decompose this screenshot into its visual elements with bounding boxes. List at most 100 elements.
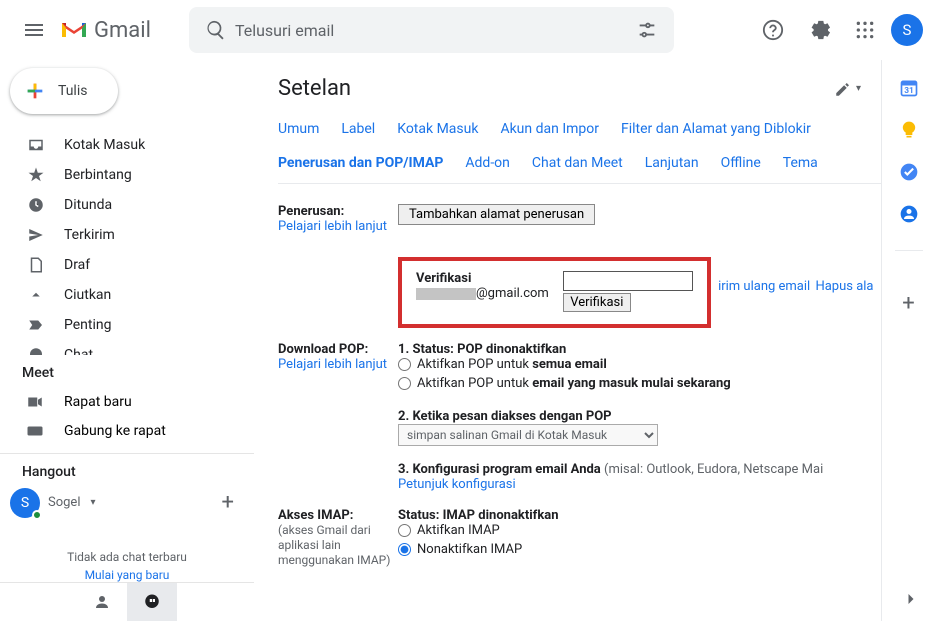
send-icon: [26, 226, 46, 244]
inbox-icon: [26, 136, 46, 154]
contacts-app-button[interactable]: [899, 204, 919, 224]
hangout-start-link[interactable]: Mulai yang baru: [0, 568, 254, 582]
forwarding-learn-link[interactable]: Pelajari lebih lanjut: [278, 219, 387, 234]
sidebar-item-chat[interactable]: Chat: [0, 340, 254, 356]
keep-app-button[interactable]: [899, 120, 919, 140]
compose-label: Tulis: [58, 83, 87, 99]
tab-umum[interactable]: Umum: [278, 121, 319, 137]
sidebar-item-label: Chat: [64, 347, 93, 356]
sidebar: Tulis Kotak Masuk Berbintang Ditunda Ter…: [0, 60, 254, 621]
pop-enable-all-radio[interactable]: Aktifkan POP untuk semua email: [398, 357, 881, 372]
imap-label: Akses IMAP:: [278, 508, 353, 523]
compose-button[interactable]: Tulis: [10, 68, 118, 114]
verification-highlight-box: Verifikasi @gmail.com Verifikasi: [398, 257, 711, 328]
verification-code-input[interactable]: [563, 271, 693, 291]
person-icon: [93, 593, 111, 611]
chat-icon: [26, 346, 46, 356]
pop-step2-label: 2. Ketika pesan diakses dengan POP: [398, 409, 881, 424]
bottom-hangouts-button[interactable]: [127, 583, 177, 621]
delete-address-link[interactable]: Hapus ala: [815, 279, 873, 294]
sidebar-item-starred[interactable]: Berbintang: [0, 160, 254, 190]
pop-learn-link[interactable]: Pelajari lebih lanjut: [278, 357, 387, 372]
label-important-icon: [26, 316, 46, 334]
meet-section-title: Meet: [0, 355, 254, 387]
imap-enable-radio[interactable]: Aktifkan IMAP: [398, 523, 881, 538]
folder-list: Kotak Masuk Berbintang Ditunda Terkirim …: [0, 130, 254, 356]
collapse-side-panel-button[interactable]: [901, 589, 921, 609]
search-icon[interactable]: [197, 11, 235, 49]
get-addons-button[interactable]: +: [902, 291, 914, 316]
pop-status-line: 1. Status: POP dinonaktifkan: [398, 342, 881, 357]
gear-icon: [808, 19, 830, 41]
tab-lanjutan[interactable]: Lanjutan: [645, 155, 699, 171]
sidebar-item-snoozed[interactable]: Ditunda: [0, 190, 254, 220]
search-bar[interactable]: [189, 7, 674, 53]
tab-offline[interactable]: Offline: [721, 155, 761, 171]
calendar-app-button[interactable]: 31: [899, 78, 919, 98]
sidebar-item-important[interactable]: Penting: [0, 310, 254, 340]
tab-tema[interactable]: Tema: [783, 155, 818, 171]
hangout-new-chat-button[interactable]: +: [222, 490, 234, 515]
sidebar-item-inbox[interactable]: Kotak Masuk: [0, 130, 254, 160]
pop-step3-label: 3. Konfigurasi program email Anda (misal…: [398, 462, 881, 477]
add-forwarding-address-button[interactable]: Tambahkan alamat penerusan: [398, 204, 595, 225]
sidebar-item-collapse[interactable]: Ciutkan: [0, 280, 254, 310]
verification-title: Verifikasi: [416, 271, 549, 286]
tab-kotak-masuk[interactable]: Kotak Masuk: [397, 121, 478, 137]
resend-email-link[interactable]: irim ulang email: [718, 279, 810, 294]
calendar-icon: 31: [899, 78, 919, 98]
keyboard-icon: [26, 422, 46, 440]
hangout-user-button[interactable]: S Sogel ▾: [10, 488, 96, 518]
meet-new-label: Rapat baru: [64, 394, 132, 410]
tab-label[interactable]: Label: [341, 121, 375, 137]
forwarding-section: Penerusan: Pelajari lebih lanjut Tambahk…: [278, 204, 881, 328]
account-avatar[interactable]: S: [891, 14, 923, 46]
pop-label: Download POP:: [278, 342, 368, 357]
meet-new-button[interactable]: Rapat baru: [0, 387, 254, 416]
videocam-icon: [26, 393, 46, 411]
pencil-icon: [834, 80, 852, 98]
settings-edit-button[interactable]: ▾: [834, 80, 861, 98]
sidebar-item-drafts[interactable]: Draf: [0, 250, 254, 280]
main-menu-button[interactable]: [12, 8, 56, 52]
tune-icon[interactable]: [628, 11, 666, 49]
help-icon: [762, 19, 784, 41]
plus-icon: [24, 80, 46, 102]
pop-enable-new-radio[interactable]: Aktifkan POP untuk email yang masuk mula…: [398, 376, 881, 391]
tab-akun[interactable]: Akun dan Impor: [500, 121, 599, 137]
tasks-app-button[interactable]: [899, 162, 919, 182]
tab-addon[interactable]: Add-on: [465, 155, 510, 171]
forwarding-label: Penerusan:: [278, 204, 344, 219]
page-title: Setelan: [278, 76, 351, 101]
svg-text:31: 31: [904, 86, 914, 96]
imap-status-line: Status: IMAP dinonaktifkan: [398, 508, 881, 523]
gmail-logo-text: Gmail: [94, 18, 151, 43]
tasks-icon: [899, 162, 919, 182]
hangouts-icon: [143, 593, 161, 611]
gmail-logo[interactable]: Gmail: [60, 18, 151, 43]
search-input[interactable]: [235, 21, 628, 40]
help-button[interactable]: [753, 10, 793, 50]
verify-button[interactable]: Verifikasi: [563, 293, 631, 312]
star-icon: [26, 166, 46, 184]
verification-email: @gmail.com: [416, 286, 549, 301]
apps-button[interactable]: [845, 10, 885, 50]
tab-chat-meet[interactable]: Chat dan Meet: [532, 155, 623, 171]
hangout-avatar: S: [10, 488, 40, 518]
settings-button[interactable]: [799, 10, 839, 50]
pop-action-select[interactable]: simpan salinan Gmail di Kotak Masuk: [398, 424, 658, 446]
imap-disable-radio[interactable]: Nonaktifkan IMAP: [398, 542, 881, 557]
bottom-person-button[interactable]: [77, 583, 127, 621]
meet-join-button[interactable]: Gabung ke rapat: [0, 416, 254, 445]
draft-icon: [26, 256, 46, 274]
pop-config-link[interactable]: Petunjuk konfigurasi: [398, 477, 881, 492]
sidebar-item-label: Draf: [64, 257, 90, 273]
tab-penerusan-pop-imap[interactable]: Penerusan dan POP/IMAP: [278, 155, 443, 171]
settings-panel: Setelan ▾ Umum Label Kotak Masuk Akun da…: [254, 60, 881, 621]
app-header: Gmail S: [0, 0, 935, 60]
redacted-text: [416, 288, 476, 300]
sidebar-item-sent[interactable]: Terkirim: [0, 220, 254, 250]
caret-down-icon: ▾: [91, 497, 96, 508]
gmail-icon: [60, 19, 88, 41]
tab-filter[interactable]: Filter dan Alamat yang Diblokir: [621, 121, 811, 137]
